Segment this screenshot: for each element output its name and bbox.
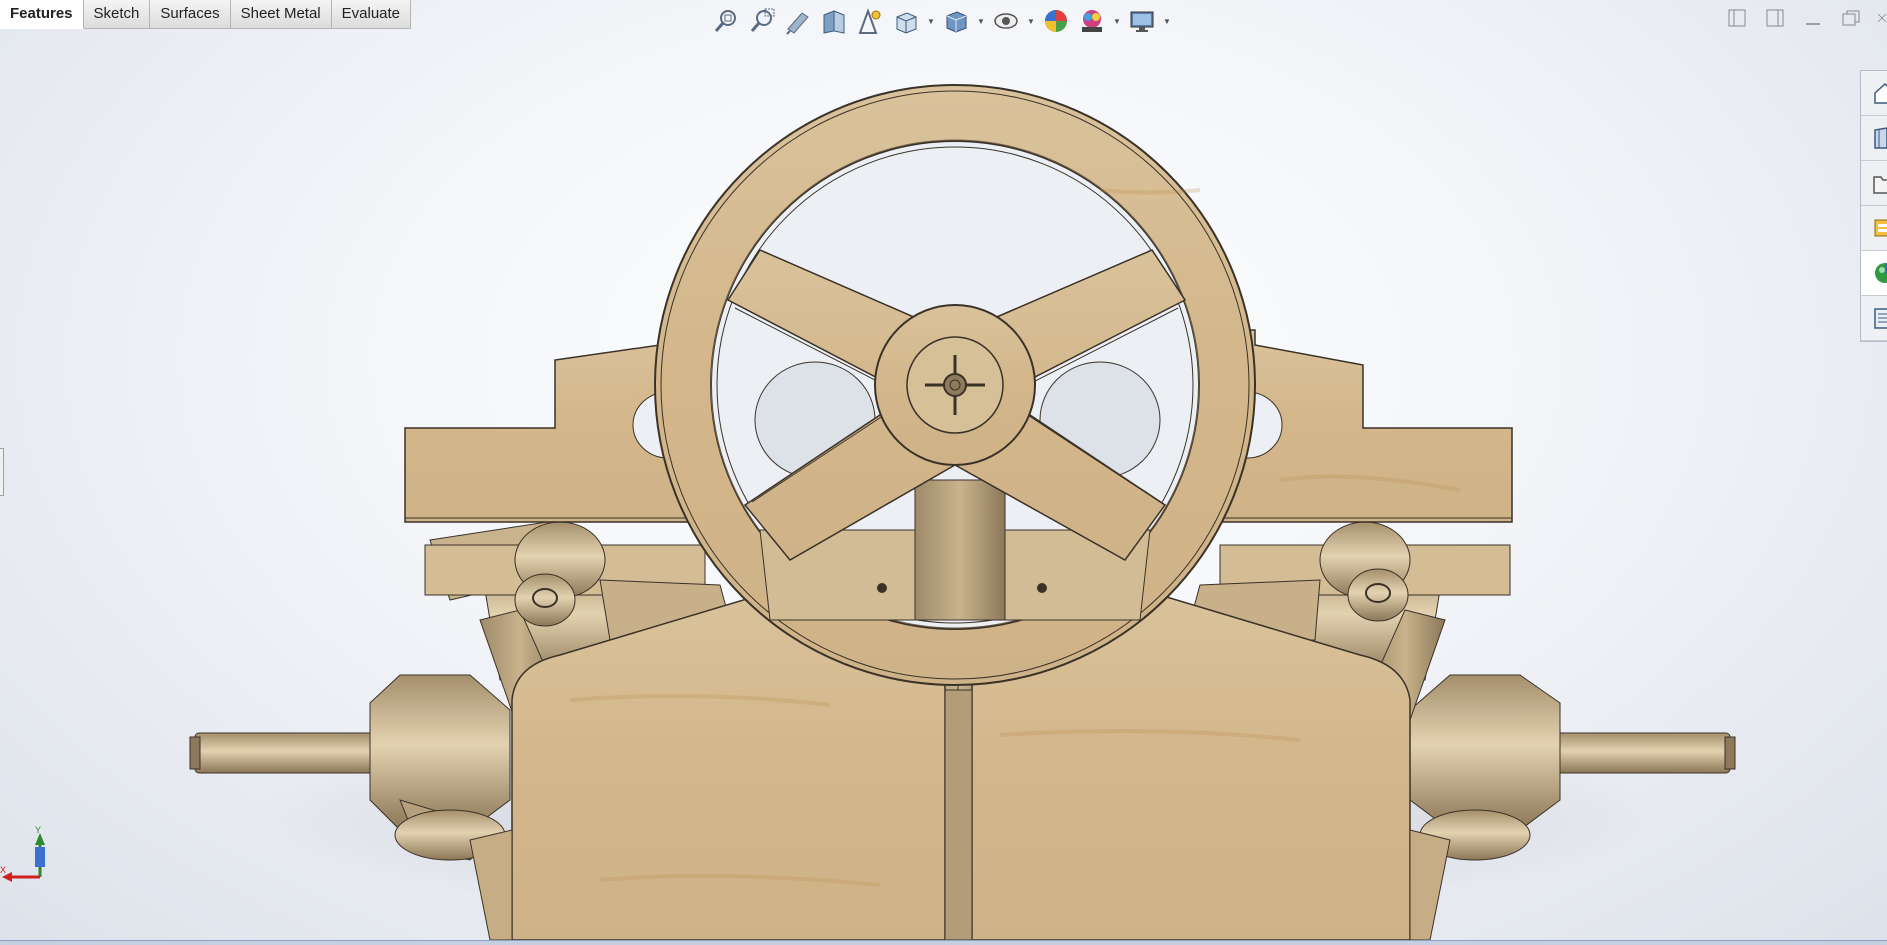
tab-sketch[interactable]: Sketch [83,0,151,29]
apply-scene-icon[interactable] [1076,5,1108,37]
triad-y-label: Y [35,825,41,835]
tab-evaluate[interactable]: Evaluate [331,0,412,29]
close-icon[interactable] [1877,6,1887,30]
dynamic-annotation-icon[interactable] [854,5,886,37]
view-settings-icon[interactable] [1126,5,1158,37]
display-style-icon[interactable] [940,5,972,37]
graphics-area[interactable] [0,40,1887,940]
edit-appearance-icon[interactable] [1040,5,1072,37]
display-style-dropdown-icon[interactable]: ▼ [976,5,986,37]
apply-scene-dropdown-icon[interactable]: ▼ [1112,5,1122,37]
hide-show-dropdown-icon[interactable]: ▼ [1026,5,1036,37]
window-controls [1725,6,1887,30]
previous-view-icon[interactable] [782,5,814,37]
triad-x-label: X [0,865,6,875]
restore-icon[interactable] [1839,6,1863,30]
tab-surfaces[interactable]: Surfaces [150,0,231,29]
zoom-to-area-icon[interactable] [746,5,778,37]
zoom-to-fit-icon[interactable] [710,5,742,37]
section-view-icon[interactable] [818,5,850,37]
reference-triad: Y X [0,825,60,890]
hide-show-items-icon[interactable] [990,5,1022,37]
tile-right-icon[interactable] [1763,6,1787,30]
front-center-slot [944,689,973,940]
command-manager-tabs: Features Sketch Surfaces Sheet Metal Eva… [0,0,412,29]
tab-features[interactable]: Features [0,0,84,29]
view-settings-dropdown-icon[interactable]: ▼ [1162,5,1172,37]
view-orientation-icon[interactable] [890,5,922,37]
heads-up-view-toolbar: ▼ ▼ ▼ ▼ ▼ [710,4,1172,38]
tile-left-icon[interactable] [1725,6,1749,30]
tab-sheet-metal[interactable]: Sheet Metal [230,0,332,29]
view-orientation-dropdown-icon[interactable]: ▼ [926,5,936,37]
steering-wheel[interactable] [654,84,1256,686]
status-bar-edge [0,940,1887,945]
minimize-icon[interactable] [1801,6,1825,30]
